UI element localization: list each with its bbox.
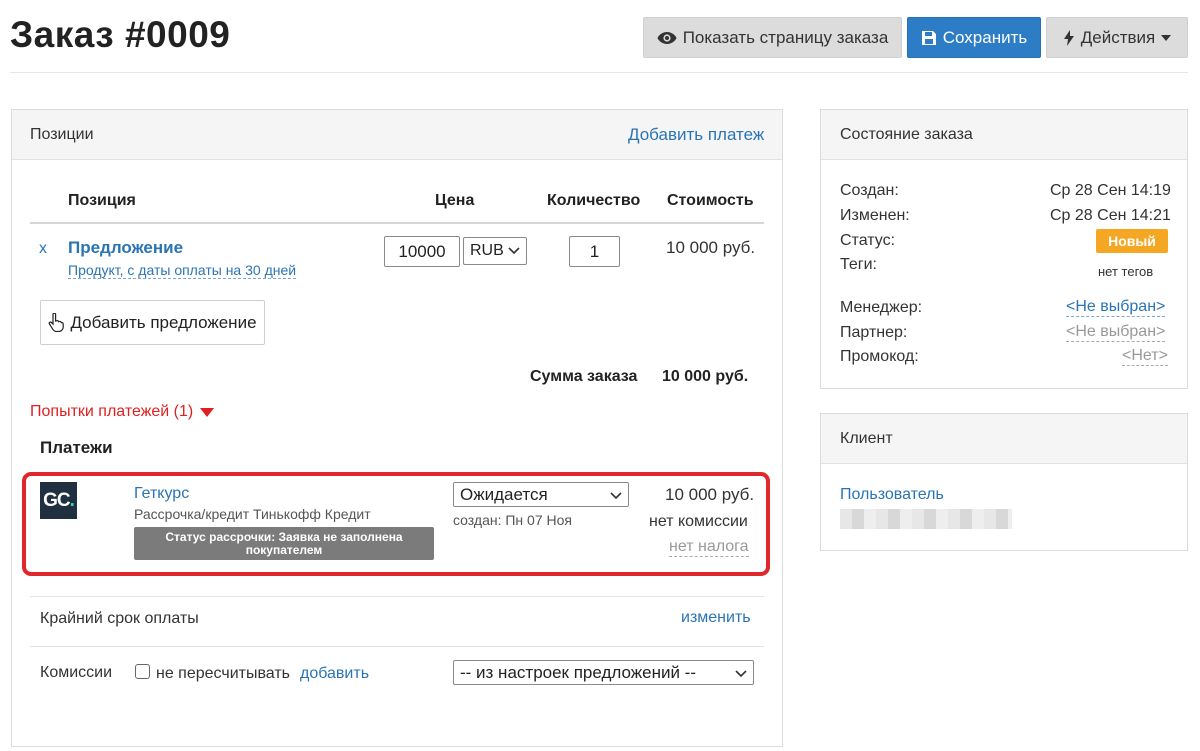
save-button[interactable]: Сохранить xyxy=(907,17,1041,58)
created-label: Создан: xyxy=(840,182,899,199)
header-divider xyxy=(10,72,1188,73)
save-label: Сохранить xyxy=(942,27,1028,47)
payments-heading: Платежи xyxy=(40,438,113,457)
item-quantity-input[interactable]: 1 xyxy=(569,236,620,267)
commission-source-value: -- из настроек предложений -- xyxy=(460,662,696,682)
eye-icon xyxy=(657,31,677,45)
deadline-label: Крайний срок оплаты xyxy=(40,610,199,627)
item-price-input[interactable]: 10000 xyxy=(384,236,460,267)
client-user-link[interactable]: Пользователь xyxy=(840,486,944,504)
client-email-redacted xyxy=(840,509,1012,529)
status-badge: Новый xyxy=(1096,229,1168,253)
item-description-link[interactable]: Продукт, с даты оплаты на 30 дней xyxy=(68,262,297,279)
order-total-value: 10 000 руб. xyxy=(662,368,749,385)
tags-label: Теги: xyxy=(840,256,877,273)
chevron-down-icon xyxy=(508,242,520,260)
status-label: Статус: xyxy=(840,232,896,249)
add-payment-link[interactable]: Добавить платеж xyxy=(628,125,764,145)
modified-value: Ср 28 Сен 14:21 xyxy=(1050,207,1171,224)
table-header-divider xyxy=(30,222,764,224)
column-header-item: Позиция xyxy=(68,192,136,209)
show-order-page-label: Показать страницу заказа xyxy=(682,27,889,47)
actions-label: Действия xyxy=(1080,27,1156,47)
add-offer-label: Добавить предложение xyxy=(70,312,257,332)
page-title: Заказ #0009 xyxy=(10,14,231,55)
payment-attempts-label: Попытки платежей (1) xyxy=(30,403,194,420)
deadline-divider xyxy=(30,596,764,597)
promo-label: Промокод: xyxy=(840,348,919,365)
lightning-icon xyxy=(1063,29,1075,46)
manager-label: Менеджер: xyxy=(840,299,923,316)
client-panel-title: Клиент xyxy=(840,430,893,447)
actions-dropdown-button[interactable]: Действия xyxy=(1046,17,1188,58)
tags-value: нет тегов xyxy=(1098,264,1154,279)
currency-select-value: RUB xyxy=(470,242,504,259)
positions-panel-title: Позиции xyxy=(30,126,94,143)
column-header-price: Цена xyxy=(435,192,475,209)
commission-source-select[interactable]: -- из настроек предложений -- xyxy=(453,660,754,685)
manager-select-link[interactable]: <Не выбран> xyxy=(1066,298,1166,317)
partner-select-link[interactable]: <Не выбран> xyxy=(1066,323,1166,342)
no-recalc-checkbox[interactable] xyxy=(135,664,150,679)
item-name-link[interactable]: Предложение xyxy=(68,238,183,258)
item-cost: 10 000 руб. xyxy=(666,238,756,257)
chevron-down-icon xyxy=(735,663,747,683)
payment-attempts-toggle[interactable]: Попытки платежей (1) xyxy=(30,403,215,421)
add-offer-button[interactable]: Добавить предложение xyxy=(40,300,265,345)
order-total-label: Сумма заказа xyxy=(530,368,638,385)
currency-select[interactable]: RUB xyxy=(463,237,527,265)
commissions-label: Комиссии xyxy=(40,664,113,681)
hand-pointer-icon xyxy=(48,313,65,332)
caret-down-icon xyxy=(200,407,215,417)
column-header-cost: Стоимость xyxy=(667,192,754,209)
show-order-page-button[interactable]: Показать страницу заказа xyxy=(643,17,902,58)
order-state-panel-title: Состояние заказа xyxy=(840,126,973,143)
caret-down-icon xyxy=(1161,34,1172,41)
add-commission-link[interactable]: добавить xyxy=(300,665,369,683)
deadline-change-link[interactable]: изменить xyxy=(681,609,751,627)
partner-label: Партнер: xyxy=(840,324,908,341)
promo-select-link[interactable]: <Нет> xyxy=(1122,347,1168,366)
column-header-quantity: Количество xyxy=(547,192,641,209)
commissions-divider xyxy=(30,646,764,647)
floppy-disk-icon xyxy=(921,30,937,46)
no-recalc-label: не пересчитывать xyxy=(156,665,290,682)
payment-highlight-frame xyxy=(22,472,770,576)
remove-item-button[interactable]: x xyxy=(39,240,47,258)
created-value: Ср 28 Сен 14:19 xyxy=(1050,182,1171,199)
modified-label: Изменен: xyxy=(840,207,910,224)
